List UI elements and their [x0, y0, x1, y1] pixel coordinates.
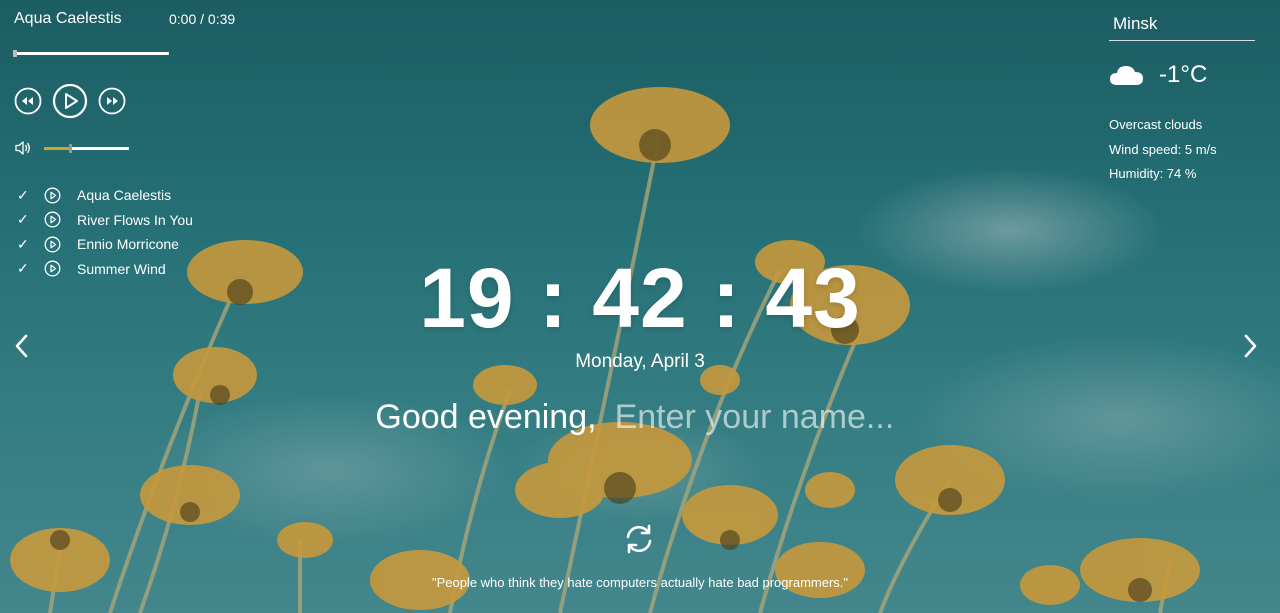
play-button[interactable] — [52, 83, 88, 119]
playlist-item[interactable]: ✓ River Flows In You — [14, 208, 193, 233]
play-icon — [52, 83, 88, 119]
playlist-item-title: Aqua Caelestis — [77, 187, 172, 204]
play-circle-icon — [44, 187, 61, 204]
volume-knob[interactable] — [68, 143, 72, 153]
cloud-icon — [1110, 66, 1143, 85]
volume-fill — [44, 146, 70, 150]
date: Monday, April 3 — [575, 351, 705, 372]
city-input[interactable]: Minsk — [1109, 12, 1255, 41]
weather-description: Overcast clouds — [1109, 117, 1203, 132]
humidity: Humidity: 74 % — [1109, 166, 1197, 181]
check-icon: ✓ — [17, 235, 29, 252]
playlist-play-button[interactable] — [44, 211, 77, 228]
playlist-item-title: Ennio Morricone — [77, 236, 179, 253]
track-time: 0:00 / 0:39 — [169, 11, 236, 27]
playlist-item-title: River Flows In You — [77, 211, 193, 228]
forward-button[interactable] — [98, 87, 126, 115]
temperature-row: -1°C — [1109, 61, 1255, 89]
check-icon: ✓ — [17, 186, 29, 203]
rewind-icon — [14, 87, 42, 115]
progress-knob[interactable] — [13, 50, 17, 57]
volume-slider[interactable] — [44, 143, 129, 153]
change-quote-button[interactable] — [622, 522, 656, 561]
weather-widget: Minsk -1°C Overcast clouds Wind speed: 5… — [1109, 12, 1255, 187]
greeting-text: Good evening, — [375, 398, 597, 436]
playlist-item[interactable]: ✓ Aqua Caelestis — [14, 183, 193, 208]
quote-text: "People who think they hate computers ac… — [431, 575, 849, 590]
volume-control — [14, 140, 129, 156]
playlist-play-button[interactable] — [44, 236, 77, 253]
greeting: Good evening, — [0, 398, 1280, 437]
weather-details: Overcast clouds Wind speed: 5 m/s Humidi… — [1109, 113, 1255, 187]
play-circle-icon — [44, 211, 61, 228]
rewind-button[interactable] — [14, 87, 42, 115]
progress-bar[interactable] — [13, 50, 169, 57]
check-icon: ✓ — [17, 211, 29, 228]
play-circle-icon — [44, 236, 61, 253]
volume-icon[interactable] — [14, 140, 32, 156]
name-input[interactable] — [614, 398, 905, 437]
playlist-play-button[interactable] — [44, 187, 77, 204]
player-controls — [14, 83, 126, 119]
temperature: -1°C — [1159, 61, 1208, 88]
clock: 19 : 42 : 43 — [419, 251, 861, 345]
fast-forward-icon — [98, 87, 126, 115]
wind-speed: Wind speed: 5 m/s — [1109, 141, 1217, 157]
current-track-title: Aqua Caelestis — [14, 10, 122, 27]
refresh-icon — [626, 524, 652, 554]
